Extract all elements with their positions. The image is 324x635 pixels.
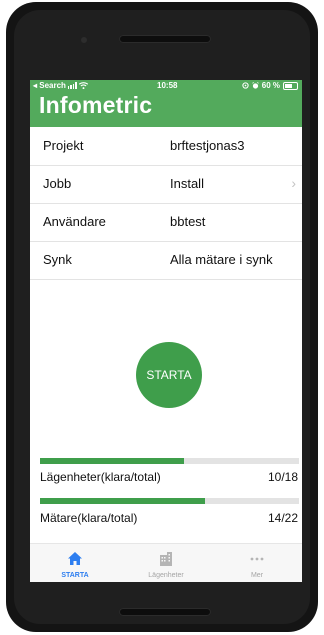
job-label: Jobb (43, 176, 72, 191)
project-label: Projekt (43, 138, 84, 153)
project-row: Projekt brftestjonas3 (30, 127, 302, 166)
app-screen: ◂ Search 10:58 60 % Infometric Projekt b… (30, 80, 302, 582)
job-row[interactable]: Jobb Install › (30, 165, 302, 204)
user-value: bbtest (170, 214, 206, 229)
more-dots-icon (212, 551, 302, 567)
sync-value: Alla mätare i synk (170, 252, 273, 267)
tab-mer[interactable]: Mer (212, 544, 302, 582)
battery-percent: 60 % (261, 81, 280, 90)
bottom-speaker (119, 608, 211, 616)
earpiece-speaker (119, 35, 211, 43)
meters-progress-value: 14/22 (267, 511, 298, 525)
start-button[interactable]: STARTA (136, 342, 202, 408)
sync-row: Synk Alla mätare i synk (30, 241, 302, 280)
apartments-progress-label: Lägenheter(klara/total) (40, 470, 161, 484)
front-camera (81, 37, 87, 43)
home-icon (30, 551, 120, 567)
app-title: Infometric (39, 92, 153, 118)
location-icon (242, 82, 249, 89)
job-value: Install (170, 176, 204, 191)
status-time: 10:58 (157, 81, 178, 90)
apartments-progress-fill (40, 458, 184, 464)
app-header: ◂ Search 10:58 60 % Infometric (30, 80, 302, 127)
wifi-icon (78, 82, 88, 89)
meters-progress-fill (40, 498, 205, 504)
user-label: Användare (43, 214, 106, 229)
tab-lagenheter[interactable]: Lägenheter (121, 544, 211, 582)
apartments-progress-bar (40, 458, 299, 464)
alarm-icon (251, 82, 259, 89)
user-row: Användare bbtest (30, 203, 302, 242)
signal-icon (67, 82, 77, 89)
tab-mer-label: Mer (250, 572, 264, 579)
tab-lagenheter-label: Lägenheter (148, 572, 184, 579)
chevron-right-icon: › (291, 175, 296, 191)
project-value: brftestjonas3 (170, 138, 245, 153)
meters-progress-bar (40, 498, 299, 504)
tab-starta-label: STARTA (61, 572, 89, 579)
status-bar: ◂ Search 10:58 60 % (30, 80, 302, 92)
status-right: 60 % (242, 81, 298, 90)
status-left: ◂ Search (33, 81, 88, 90)
building-icon (121, 551, 211, 567)
back-to-search-link[interactable]: ◂ Search (33, 81, 66, 90)
tab-starta[interactable]: STARTA (30, 544, 120, 582)
sync-label: Synk (43, 252, 72, 267)
battery-icon (283, 81, 298, 90)
tab-bar: STARTA Lägenheter Mer (30, 543, 302, 582)
meters-progress-label: Mätare(klara/total) (40, 511, 138, 525)
apartments-progress-value: 10/18 (267, 470, 298, 484)
